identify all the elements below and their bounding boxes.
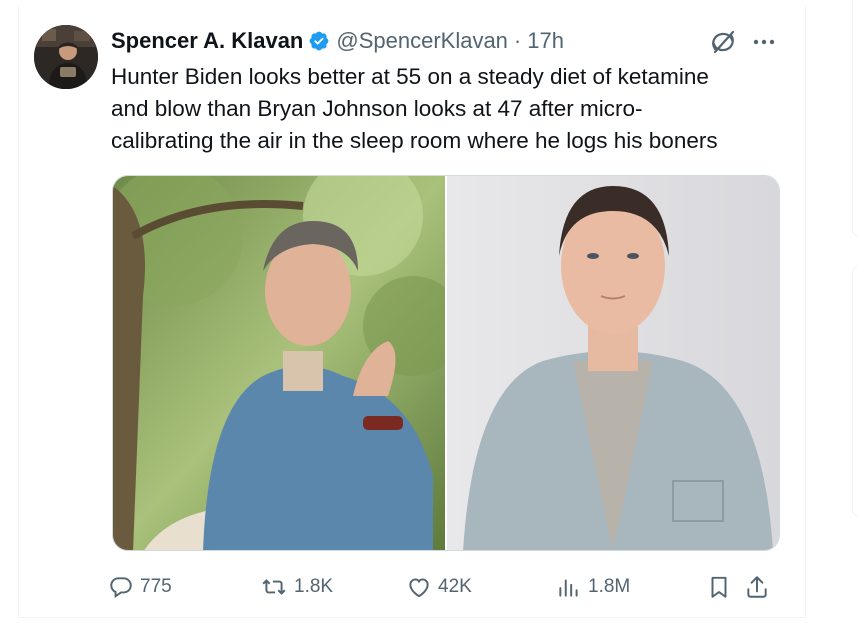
more-options-icon[interactable]: [750, 30, 778, 54]
share-icon: [747, 576, 767, 598]
views-icon: [559, 579, 578, 597]
display-name[interactable]: Spencer A. Klavan: [111, 28, 303, 54]
view-count: 1.8M: [588, 576, 631, 597]
tweet-text: Hunter Biden looks better at 55 on a ste…: [111, 61, 801, 157]
media-image-left[interactable]: [113, 176, 463, 551]
tweet-text-line: calibrating the air in the sleep room wh…: [111, 128, 718, 153]
bookmark-button[interactable]: [706, 570, 738, 604]
bookmark-icon: [711, 576, 727, 598]
views-button[interactable]: 1.8M: [556, 570, 630, 604]
timestamp[interactable]: 17h: [527, 28, 564, 54]
media-grid[interactable]: [112, 175, 780, 551]
action-bar: 775 1.8K 42K 1.8M: [108, 570, 788, 604]
like-button[interactable]: 42K: [406, 570, 472, 604]
repost-button[interactable]: 1.8K: [260, 570, 333, 604]
sidebar-edge: [852, 0, 858, 624]
like-icon: [409, 578, 429, 598]
reply-count: 775: [140, 576, 172, 597]
repost-icon: [262, 579, 286, 595]
verified-badge-icon: [308, 30, 330, 52]
tweet-header: Spencer A. Klavan @SpencerKlavan · 17h: [111, 26, 564, 56]
repost-count: 1.8K: [294, 576, 334, 597]
like-count: 42K: [438, 576, 472, 597]
tweet-text-line: and blow than Bryan Johnson looks at 47 …: [111, 96, 643, 121]
reply-icon: [110, 577, 132, 599]
reply-button[interactable]: 775: [108, 570, 172, 604]
avatar[interactable]: [34, 25, 98, 89]
separator-dot: ·: [513, 28, 522, 53]
user-handle[interactable]: @SpencerKlavan: [336, 28, 508, 54]
grok-icon[interactable]: [708, 27, 738, 57]
share-button[interactable]: [744, 570, 776, 604]
tweet-text-line: Hunter Biden looks better at 55 on a ste…: [111, 64, 709, 89]
media-image-right[interactable]: [447, 176, 780, 551]
